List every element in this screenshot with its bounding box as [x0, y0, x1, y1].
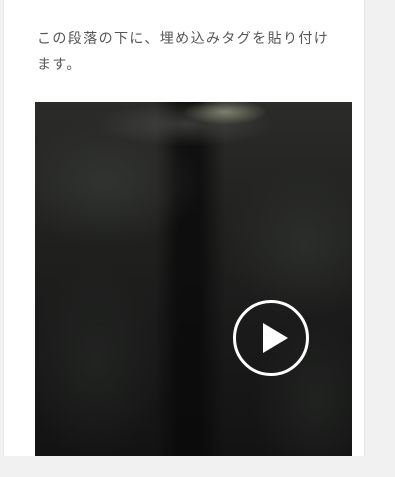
- page: この段落の下に、埋め込みタグを貼り付けます。: [0, 0, 395, 477]
- play-button[interactable]: [233, 300, 309, 376]
- play-icon: [263, 323, 288, 353]
- video-thumbnail: [35, 102, 352, 456]
- paragraph-text: この段落の下に、埋め込みタグを貼り付けます。: [37, 31, 330, 73]
- embedded-video[interactable]: [35, 102, 352, 456]
